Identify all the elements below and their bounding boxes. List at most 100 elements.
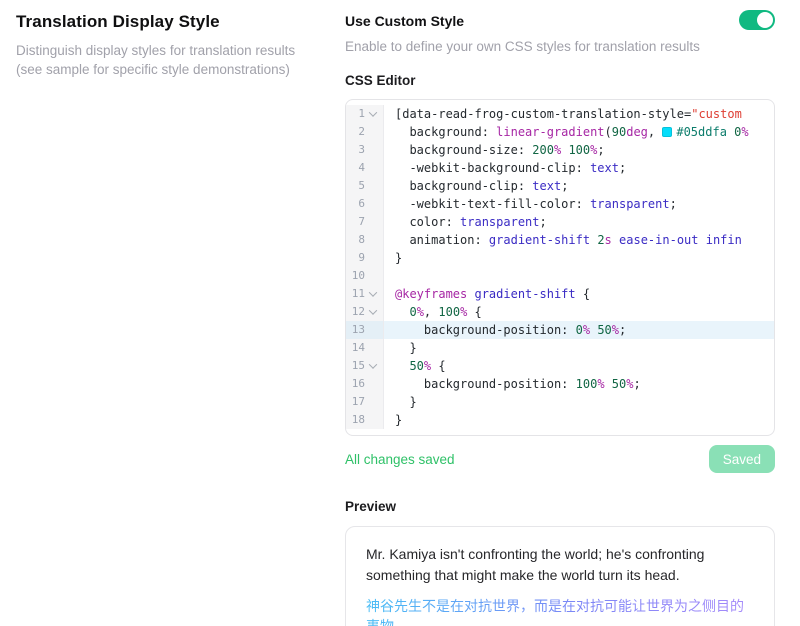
editor-gutter: 12	[346, 303, 384, 321]
code-token: %	[741, 125, 748, 139]
editor-line[interactable]: 16 background-position: 100% 50%;	[346, 375, 774, 393]
editor-line[interactable]: 7 color: transparent;	[346, 213, 774, 231]
code-line-content[interactable]: }	[384, 249, 774, 267]
fold-slot-empty	[367, 180, 379, 192]
fold-slot-empty	[367, 216, 379, 228]
editor-line[interactable]: 17 }	[346, 393, 774, 411]
editor-gutter: 7	[346, 213, 384, 231]
code-token: ;	[597, 143, 604, 157]
fold-slot-empty	[367, 270, 379, 282]
code-line-content[interactable]: }	[384, 393, 774, 411]
editor-line[interactable]: 4 -webkit-background-clip: text;	[346, 159, 774, 177]
line-number: 3	[351, 141, 365, 159]
code-token: 90	[612, 125, 626, 139]
fold-slot-empty	[367, 198, 379, 210]
code-line-content[interactable]: }	[384, 411, 774, 429]
chevron-down-icon	[369, 108, 377, 116]
fold-slot-empty	[367, 252, 379, 264]
editor-line[interactable]: 15 50% {	[346, 357, 774, 375]
editor-line[interactable]: 1[data-read-frog-custom-translation-styl…	[346, 105, 774, 123]
line-number: 13	[351, 321, 365, 339]
editor-line[interactable]: 10	[346, 267, 774, 285]
editor-line[interactable]: 14 }	[346, 339, 774, 357]
editor-gutter: 11	[346, 285, 384, 303]
code-token: @keyframes	[395, 287, 467, 301]
editor-line[interactable]: 2 background: linear-gradient(90deg, #05…	[346, 123, 774, 141]
code-line-content[interactable]: [data-read-frog-custom-translation-style…	[384, 105, 774, 123]
page-subtitle: Distinguish display styles for translati…	[16, 41, 330, 79]
code-token: ;	[619, 161, 626, 175]
editor-line[interactable]: 12 0%, 100% {	[346, 303, 774, 321]
code-token: ease-in-out	[619, 233, 698, 247]
fold-chevron-icon[interactable]	[367, 360, 379, 372]
code-token: }	[395, 395, 417, 409]
preview-label: Preview	[345, 499, 775, 514]
code-token: background:	[395, 125, 496, 139]
code-line-content[interactable]: }	[384, 339, 774, 357]
editor-line[interactable]: 5 background-clip: text;	[346, 177, 774, 195]
line-number: 6	[351, 195, 365, 213]
code-token: linear-gradient	[496, 125, 604, 139]
code-line-content[interactable]: background-clip: text;	[384, 177, 774, 195]
color-swatch	[662, 127, 672, 137]
page-title: Translation Display Style	[16, 12, 330, 32]
fold-chevron-icon[interactable]	[367, 288, 379, 300]
code-line-content[interactable]: animation: gradient-shift 2s ease-in-out…	[384, 231, 774, 249]
editor-gutter: 3	[346, 141, 384, 159]
editor-line[interactable]: 9}	[346, 249, 774, 267]
editor-gutter: 1	[346, 105, 384, 123]
editor-line[interactable]: 3 background-size: 200% 100%;	[346, 141, 774, 159]
custom-style-label: Use Custom Style	[345, 11, 464, 29]
editor-line[interactable]: 11@keyframes gradient-shift {	[346, 285, 774, 303]
code-line-content[interactable]: background-position: 0% 50%;	[384, 321, 774, 339]
editor-line[interactable]: 6 -webkit-text-fill-color: transparent;	[346, 195, 774, 213]
line-number: 5	[351, 177, 365, 195]
code-line-content[interactable]: 0%, 100% {	[384, 303, 774, 321]
code-token: ,	[424, 305, 438, 319]
code-token: }	[395, 251, 402, 265]
custom-style-description: Enable to define your own CSS styles for…	[345, 39, 775, 54]
editor-line[interactable]: 8 animation: gradient-shift 2s ease-in-o…	[346, 231, 774, 249]
code-line-content[interactable]: background-position: 100% 50%;	[384, 375, 774, 393]
code-token: -webkit-background-clip:	[395, 161, 590, 175]
code-line-content[interactable]: background-size: 200% 100%;	[384, 141, 774, 159]
editor-gutter: 9	[346, 249, 384, 267]
code-token: animation:	[395, 233, 489, 247]
css-code-editor[interactable]: 1[data-read-frog-custom-translation-styl…	[345, 99, 775, 436]
custom-style-toggle[interactable]	[739, 10, 775, 30]
fold-slot-empty	[367, 162, 379, 174]
code-token: "custom	[691, 107, 742, 121]
code-line-content[interactable]: background: linear-gradient(90deg, #05dd…	[384, 123, 774, 141]
code-line-content[interactable]: @keyframes gradient-shift {	[384, 285, 774, 303]
editor-gutter: 13	[346, 321, 384, 339]
setting-content-column: Use Custom Style Enable to define your o…	[345, 10, 775, 626]
code-token: ,	[648, 125, 662, 139]
code-line-content[interactable]: -webkit-text-fill-color: transparent;	[384, 195, 774, 213]
code-token: }	[395, 341, 417, 355]
fold-slot-empty	[367, 234, 379, 246]
editor-status-row: All changes saved Saved	[345, 445, 775, 473]
code-token: deg	[626, 125, 648, 139]
saved-button[interactable]: Saved	[709, 445, 775, 473]
editor-line[interactable]: 18}	[346, 411, 774, 429]
fold-slot-empty	[367, 144, 379, 156]
code-line-content[interactable]	[384, 267, 774, 285]
code-token: 50	[612, 377, 626, 391]
page-subtitle-line-2: (see sample for specific style demonstra…	[16, 60, 330, 79]
custom-style-row: Use Custom Style	[345, 10, 775, 30]
code-token: {	[467, 305, 481, 319]
code-line-content[interactable]: color: transparent;	[384, 213, 774, 231]
code-line-content[interactable]: 50% {	[384, 357, 774, 375]
code-token: -webkit-text-fill-color:	[395, 197, 590, 211]
code-token	[395, 359, 409, 373]
code-token: 50	[597, 323, 611, 337]
line-number: 12	[351, 303, 365, 321]
code-token: gradient-shift	[489, 233, 590, 247]
code-token: %	[417, 305, 424, 319]
code-token	[395, 305, 409, 319]
editor-line[interactable]: 13 background-position: 0% 50%;	[346, 321, 774, 339]
code-line-content[interactable]: -webkit-background-clip: text;	[384, 159, 774, 177]
code-token: ;	[633, 377, 640, 391]
fold-chevron-icon[interactable]	[367, 306, 379, 318]
fold-chevron-icon[interactable]	[367, 108, 379, 120]
